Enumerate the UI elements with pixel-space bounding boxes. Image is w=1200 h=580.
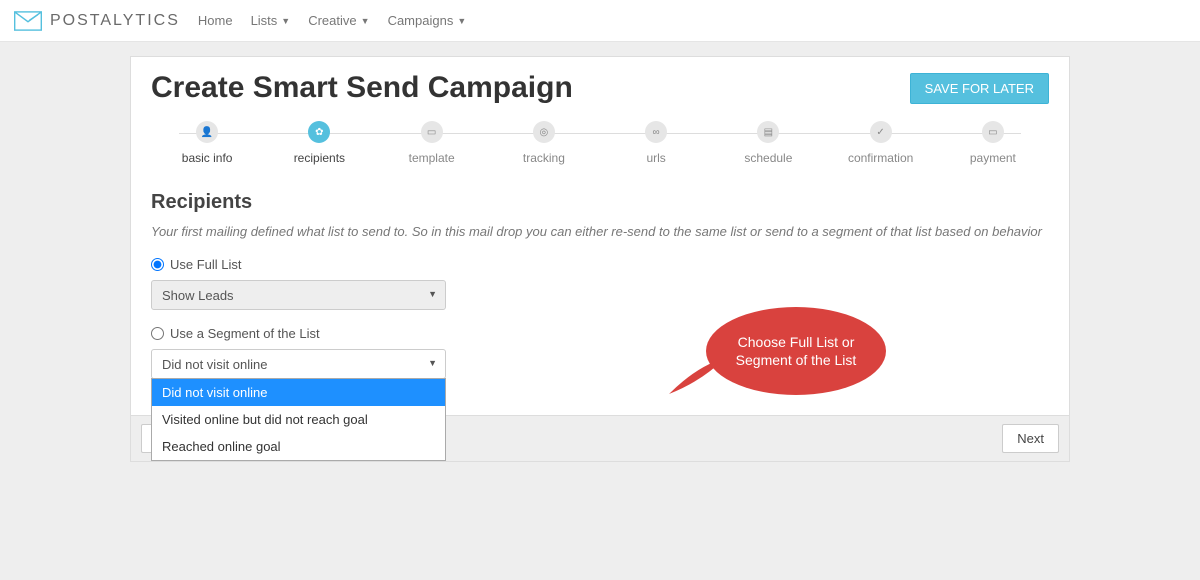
nav-links: Home Lists▼ Creative▼ Campaigns▼ <box>198 13 466 28</box>
envelope-icon <box>14 11 42 31</box>
check-icon: ✓ <box>870 121 892 143</box>
top-nav: POSTALYTICS Home Lists▼ Creative▼ Campai… <box>0 0 1200 42</box>
segment-select-wrap: Did not visit online Did not visit onlin… <box>151 349 446 379</box>
caret-down-icon: ▼ <box>457 16 466 26</box>
page-icon: ▭ <box>421 121 443 143</box>
option-full-list-label: Use Full List <box>170 257 242 272</box>
stepper: 👤basic info ✿recipients ▭template ◎track… <box>131 115 1069 179</box>
segment-option-1[interactable]: Visited online but did not reach goal <box>152 406 445 433</box>
step-template[interactable]: ▭template <box>376 121 488 165</box>
full-list-select-wrap: Show Leads <box>151 280 446 310</box>
page-title: Create Smart Send Campaign <box>151 71 573 105</box>
option-segment-label: Use a Segment of the List <box>170 326 320 341</box>
user-icon: 👤 <box>196 121 218 143</box>
card-body: Recipients Your first mailing defined wh… <box>131 179 1069 415</box>
card-icon: ▭ <box>982 121 1004 143</box>
step-recipients[interactable]: ✿recipients <box>263 121 375 165</box>
target-icon: ◎ <box>533 121 555 143</box>
brand-logo[interactable]: POSTALYTICS <box>14 11 180 31</box>
caret-down-icon: ▼ <box>361 16 370 26</box>
nav-creative[interactable]: Creative▼ <box>308 13 369 28</box>
campaign-card: Create Smart Send Campaign SAVE FOR LATE… <box>130 56 1070 462</box>
step-confirmation[interactable]: ✓confirmation <box>825 121 937 165</box>
next-button[interactable]: Next <box>1002 424 1059 453</box>
step-tracking[interactable]: ◎tracking <box>488 121 600 165</box>
users-icon: ✿ <box>308 121 330 143</box>
brand-text: POSTALYTICS <box>50 12 180 30</box>
step-basic-info[interactable]: 👤basic info <box>151 121 263 165</box>
nav-home[interactable]: Home <box>198 13 233 28</box>
option-full-list[interactable]: Use Full List <box>151 257 1049 272</box>
section-helper: Your first mailing defined what list to … <box>151 224 1049 239</box>
calendar-icon: ▤ <box>757 121 779 143</box>
segment-option-0[interactable]: Did not visit online <box>152 379 445 406</box>
full-list-select[interactable]: Show Leads <box>151 280 446 310</box>
segment-select[interactable]: Did not visit online <box>151 349 446 379</box>
section-title: Recipients <box>151 191 1049 214</box>
radio-full-list[interactable] <box>151 258 164 271</box>
nav-lists[interactable]: Lists▼ <box>251 13 291 28</box>
step-schedule[interactable]: ▤schedule <box>712 121 824 165</box>
step-payment[interactable]: ▭payment <box>937 121 1049 165</box>
save-for-later-button[interactable]: SAVE FOR LATER <box>910 73 1049 104</box>
card-header: Create Smart Send Campaign SAVE FOR LATE… <box>131 57 1069 115</box>
link-icon: ∞ <box>645 121 667 143</box>
step-urls[interactable]: ∞urls <box>600 121 712 165</box>
nav-campaigns[interactable]: Campaigns▼ <box>388 13 467 28</box>
segment-option-2[interactable]: Reached online goal <box>152 433 445 460</box>
caret-down-icon: ▼ <box>281 16 290 26</box>
annotation-callout: Choose Full List or Segment of the List <box>706 307 886 395</box>
radio-segment[interactable] <box>151 327 164 340</box>
segment-dropdown: Did not visit online Visited online but … <box>151 378 446 461</box>
option-segment[interactable]: Use a Segment of the List <box>151 326 1049 341</box>
